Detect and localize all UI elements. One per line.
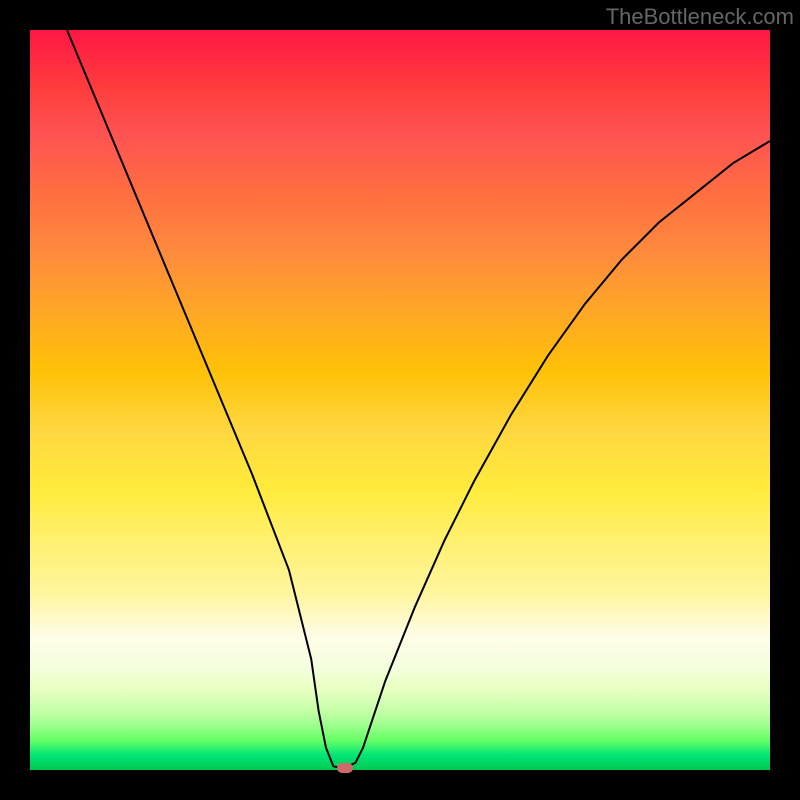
watermark-text: TheBottleneck.com	[606, 4, 794, 30]
bottleneck-curve	[67, 30, 770, 768]
chart-frame: TheBottleneck.com	[0, 0, 800, 800]
curve-svg	[30, 30, 770, 770]
minimum-marker	[337, 763, 353, 773]
plot-area	[30, 30, 770, 770]
